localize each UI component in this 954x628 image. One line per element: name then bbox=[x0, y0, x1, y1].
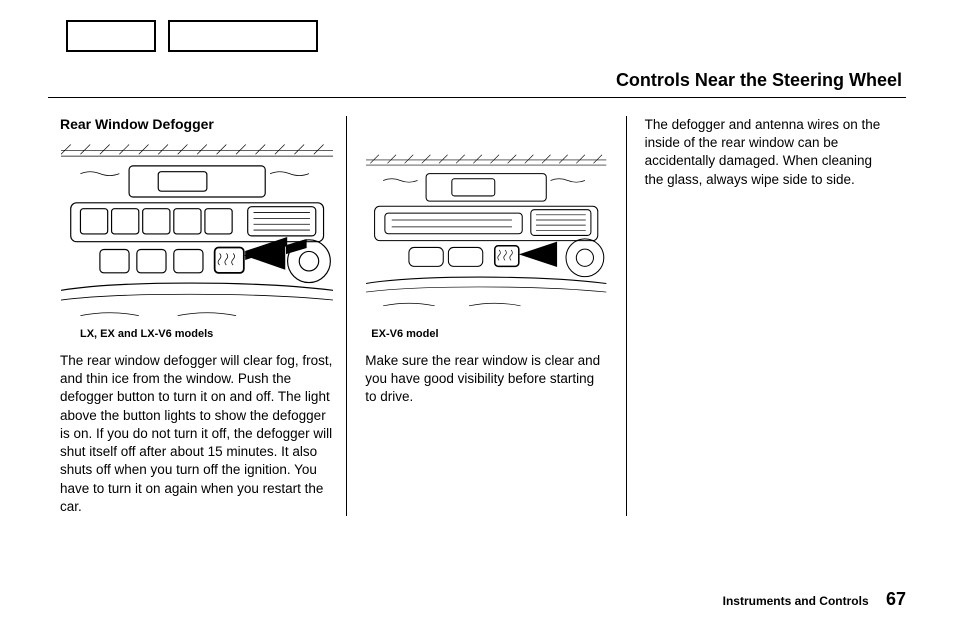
column-2: EX-V6 model Make sure the rear window is… bbox=[347, 116, 626, 516]
nav-box-2[interactable] bbox=[168, 20, 318, 52]
col2-body: Make sure the rear window is clear and y… bbox=[365, 352, 607, 407]
manual-page: Controls Near the Steering Wheel Rear Wi… bbox=[0, 0, 954, 628]
dashboard-illustration-2 bbox=[366, 143, 606, 321]
figure-lx-ex-models bbox=[60, 142, 334, 322]
col3-body: The defogger and antenna wires on the in… bbox=[645, 116, 894, 189]
figure-ex-v6-model bbox=[365, 142, 607, 322]
page-title: Controls Near the Steering Wheel bbox=[48, 70, 906, 91]
footer-section-name: Instruments and Controls bbox=[723, 594, 869, 608]
col1-body: The rear window defogger will clear fog,… bbox=[60, 352, 334, 516]
figure-caption-2: EX-V6 model bbox=[365, 328, 607, 340]
spacer bbox=[365, 116, 607, 142]
dashboard-illustration-1 bbox=[61, 143, 333, 321]
nav-placeholder-boxes bbox=[66, 20, 906, 52]
content-columns: Rear Window Defogger bbox=[48, 116, 906, 516]
title-rule bbox=[48, 97, 906, 98]
column-3: The defogger and antenna wires on the in… bbox=[627, 116, 906, 516]
page-footer: Instruments and Controls 67 bbox=[723, 589, 906, 610]
footer-page-number: 67 bbox=[886, 589, 906, 609]
nav-box-1[interactable] bbox=[66, 20, 156, 52]
section-heading: Rear Window Defogger bbox=[60, 116, 334, 132]
column-1: Rear Window Defogger bbox=[48, 116, 347, 516]
figure-caption-1: LX, EX and LX-V6 models bbox=[60, 328, 334, 340]
